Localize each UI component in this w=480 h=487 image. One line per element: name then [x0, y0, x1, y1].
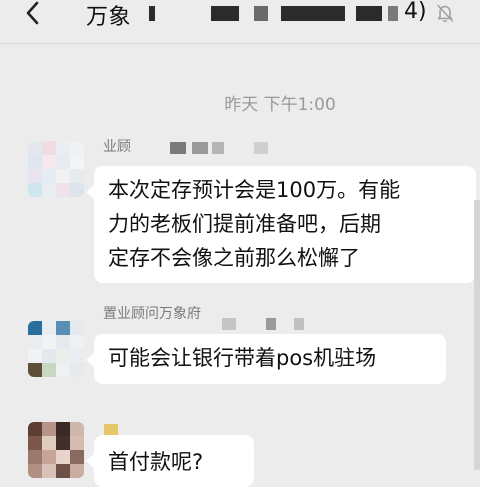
- name-redaction: [192, 142, 208, 154]
- message-text-line: 定存不会像之前那么松懈了: [108, 246, 360, 270]
- chat-title: 万象: [86, 5, 132, 30]
- chat-member-count: 4): [404, 0, 427, 24]
- message-timestamp: 昨天 下午1:00: [224, 95, 336, 115]
- title-redaction: [388, 6, 398, 21]
- avatar[interactable]: [28, 422, 84, 478]
- title-redaction: [356, 6, 382, 21]
- message-text-line: 可能会让银行带着pos机驻场: [108, 346, 377, 370]
- message-bubble[interactable]: 首付款呢?: [86, 435, 254, 487]
- header-divider: [0, 43, 480, 44]
- message-bubble[interactable]: 可能会让银行带着pos机驻场: [86, 334, 446, 384]
- name-redaction: [254, 142, 268, 154]
- sender-name: 置业顾问万象府: [103, 306, 201, 322]
- avatar[interactable]: [28, 321, 84, 377]
- name-redaction: [212, 142, 224, 154]
- message-text-line: 首付款呢?: [108, 450, 204, 474]
- name-redaction: [222, 318, 236, 330]
- message-text-line: 力的老板们提前准备吧，后期: [108, 212, 381, 236]
- message-text-line: 本次定存预计会是100万。有能: [108, 178, 401, 202]
- title-redaction: [149, 6, 155, 21]
- bell-slash-icon: [434, 2, 456, 24]
- title-redaction: [211, 6, 239, 21]
- title-redaction: [281, 6, 345, 21]
- right-edge-strip: [474, 200, 480, 470]
- message-bubble[interactable]: 本次定存预计会是100万。有能 力的老板们提前准备吧，后期 定存不会像之前那么松…: [86, 166, 476, 283]
- name-redaction: [294, 318, 304, 330]
- title-redaction: [254, 6, 268, 21]
- name-redaction: [266, 318, 276, 330]
- sender-name: 业顾: [103, 139, 131, 155]
- name-redaction: [170, 142, 186, 154]
- avatar[interactable]: [28, 141, 84, 197]
- chevron-left-icon[interactable]: [22, 0, 46, 26]
- chat-header: 万象 4): [0, 0, 480, 30]
